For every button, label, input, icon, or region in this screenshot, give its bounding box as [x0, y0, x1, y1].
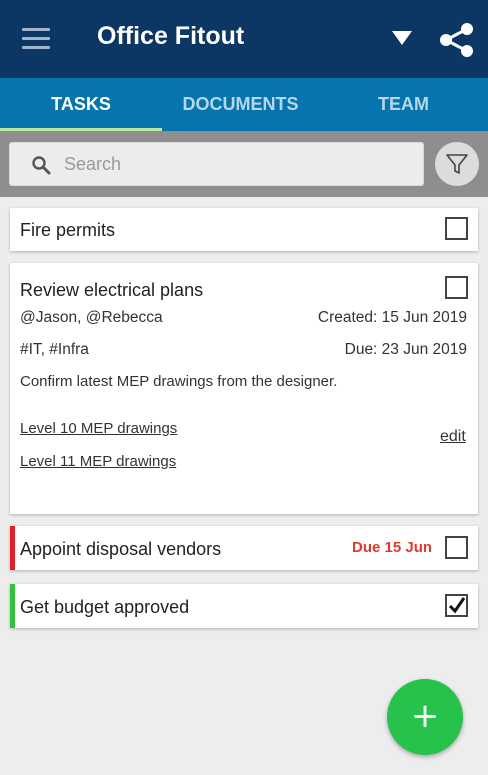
task-tags: #IT, #Infra — [20, 341, 89, 358]
task-title: Fire permits — [20, 220, 116, 240]
task-card-appoint-disposal-vendors[interactable]: Appoint disposal vendors Due 15 Jun — [10, 526, 478, 570]
task-checkbox-checked[interactable] — [445, 594, 468, 617]
hamburger-menu-icon[interactable] — [22, 28, 50, 50]
document-link-level-10[interactable]: Level 10 MEP drawings — [20, 420, 177, 437]
due-badge: Due 15 Jun — [352, 539, 433, 556]
task-title: Review electrical plans — [20, 280, 204, 300]
task-card-fire-permits[interactable]: Fire permits — [10, 208, 478, 251]
app-bar: Office Fitout — [0, 0, 488, 78]
project-title: Office Fitout — [97, 22, 245, 50]
task-checkbox[interactable] — [445, 217, 468, 240]
overdue-stripe — [10, 526, 15, 570]
completed-stripe — [10, 584, 15, 628]
search-box[interactable] — [9, 142, 424, 186]
project-dropdown-caret-icon[interactable] — [392, 31, 412, 45]
filter-button[interactable] — [435, 142, 479, 186]
search-bar — [0, 131, 488, 197]
search-input[interactable] — [64, 143, 414, 185]
tab-team[interactable]: TEAM — [319, 78, 488, 131]
filter-icon — [446, 154, 468, 174]
tab-documents[interactable]: DOCUMENTS — [162, 78, 319, 131]
tab-tasks[interactable]: TASKS — [0, 78, 162, 131]
add-task-button[interactable]: + — [387, 679, 463, 755]
plus-icon: + — [410, 696, 440, 736]
document-link-level-11[interactable]: Level 11 MEP drawings — [20, 453, 176, 470]
task-checkbox[interactable] — [445, 276, 468, 299]
edit-task-link[interactable]: edit — [440, 428, 466, 446]
task-card-review-electrical-plans[interactable]: Review electrical plans @Jason, @Rebecca… — [10, 263, 478, 514]
task-assignees: @Jason, @Rebecca — [20, 309, 163, 326]
search-icon — [32, 156, 51, 175]
task-created-date: Created: 15 Jun 2019 — [317, 309, 467, 326]
task-card-get-budget-approved[interactable]: Get budget approved — [10, 584, 478, 628]
task-checkbox[interactable] — [445, 536, 468, 559]
task-description: Confirm latest MEP drawings from the des… — [20, 373, 338, 390]
task-due-date: Due: 23 Jun 2019 — [344, 341, 467, 358]
share-icon[interactable] — [438, 21, 476, 59]
task-title: Get budget approved — [20, 597, 190, 617]
tab-bar: TASKS DOCUMENTS TEAM — [0, 78, 488, 131]
checkmark-icon — [448, 597, 466, 614]
task-title: Appoint disposal vendors — [20, 539, 222, 559]
